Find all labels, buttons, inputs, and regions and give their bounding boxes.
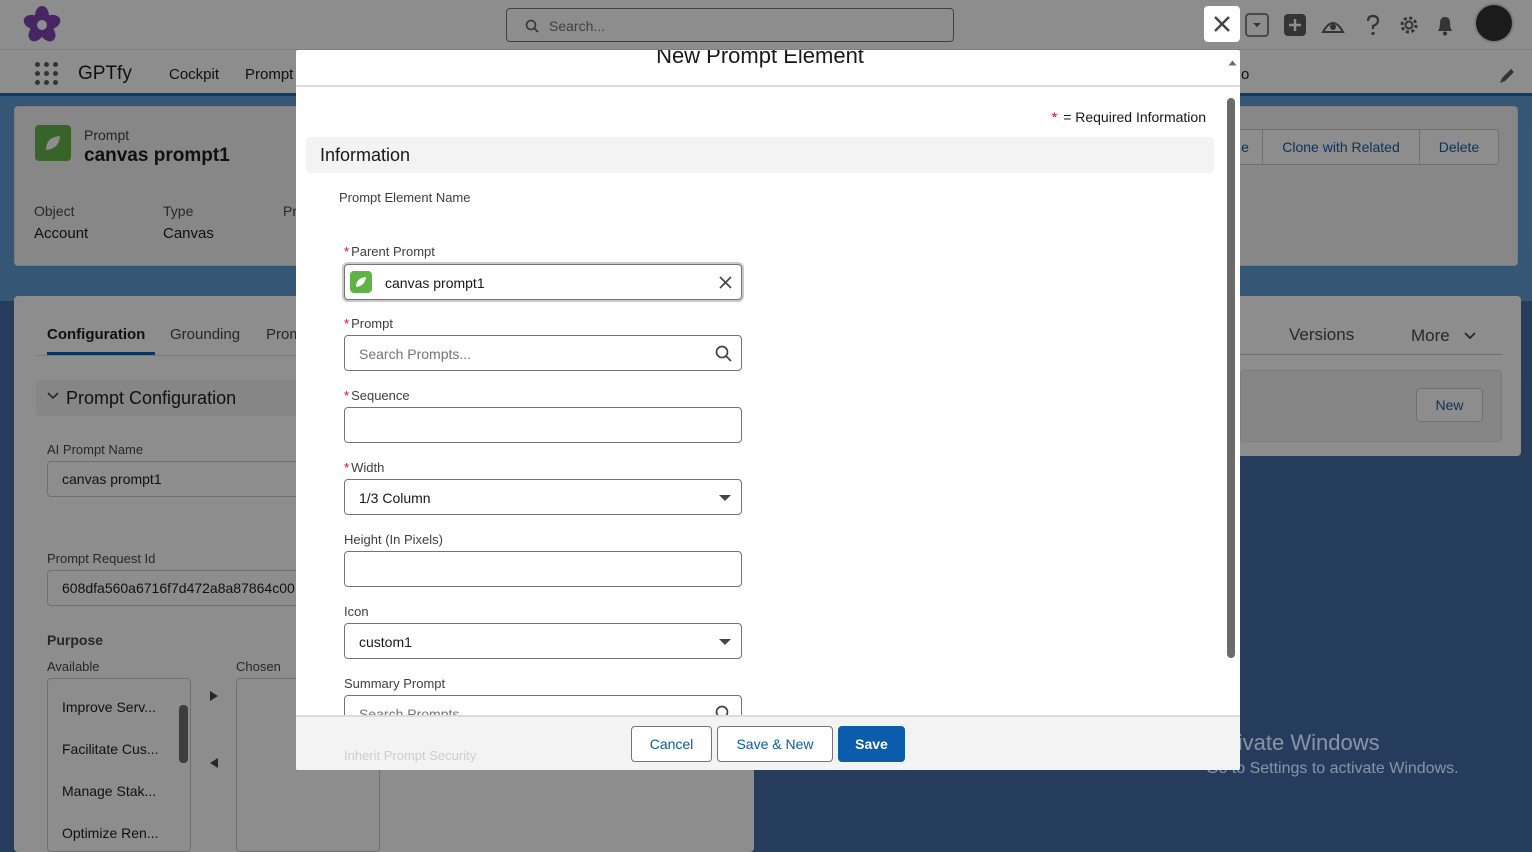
modal-footer: Inherit Prompt Security Cancel Save & Ne…: [296, 715, 1240, 770]
inherit-prompt-security-label: Inherit Prompt Security: [344, 748, 477, 763]
sequence-input[interactable]: [344, 407, 742, 443]
required-info-text: = Required Information: [1063, 109, 1206, 125]
watermark-line-1: Activate Windows: [1206, 730, 1380, 755]
watermark-line-2: Go to Settings to activate Windows.: [1206, 760, 1459, 777]
prompt-label: * Prompt: [344, 316, 393, 331]
required-info-legend: * = Required Information: [1052, 109, 1206, 125]
icon-select[interactable]: custom1: [344, 623, 742, 659]
cancel-button[interactable]: Cancel: [631, 726, 712, 762]
chevron-down-icon: [719, 495, 731, 501]
scrollbar-thumb[interactable]: [1227, 98, 1235, 658]
prompt-search-input[interactable]: Search Prompts...: [344, 335, 742, 371]
information-section: Information: [306, 137, 1214, 173]
modal-header: New Prompt Element: [296, 50, 1240, 87]
scroll-up-icon[interactable]: [1228, 60, 1237, 66]
search-icon: [715, 345, 732, 362]
search-icon: [715, 705, 729, 715]
height-input[interactable]: [344, 551, 742, 587]
modal-body: * = Required Information Information Prom…: [296, 89, 1224, 715]
prompt-search-placeholder: Search Prompts...: [359, 346, 472, 362]
summary-prompt-search-input[interactable]: Search Prompts...: [344, 695, 742, 715]
summary-prompt-placeholder: Search Prompts...: [359, 706, 472, 715]
clear-selection-icon[interactable]: [719, 276, 732, 289]
required-star: *: [1051, 109, 1058, 125]
section-title: Information: [320, 145, 411, 165]
height-label: Height (In Pixels): [344, 532, 443, 547]
sequence-label: * Sequence: [344, 388, 410, 403]
width-value: 1/3 Column: [359, 490, 431, 506]
summary-prompt-label: Summary Prompt: [344, 676, 446, 691]
chevron-down-icon: [719, 639, 731, 645]
parent-prompt-label: * Parent Prompt: [344, 244, 435, 259]
close-icon: [1214, 16, 1230, 32]
prompt-record-icon: [350, 271, 372, 293]
icon-value: custom1: [359, 634, 412, 650]
width-label: * Width: [344, 460, 385, 475]
save-and-new-button[interactable]: Save & New: [717, 726, 833, 762]
icon-label: Icon: [344, 604, 369, 619]
parent-prompt-lookup[interactable]: canvas prompt1: [344, 264, 742, 300]
parent-prompt-value: canvas prompt1: [385, 275, 485, 291]
new-prompt-element-modal: New Prompt Element * = Required Informati…: [296, 50, 1240, 770]
modal-title: New Prompt Element: [656, 50, 864, 68]
save-button[interactable]: Save: [838, 726, 905, 762]
close-modal-button[interactable]: [1204, 6, 1240, 42]
prompt-element-name-label: Prompt Element Name: [339, 190, 471, 205]
windows-activation-watermark: Activate Windows Go to Settings to activ…: [1206, 730, 1459, 778]
width-select[interactable]: 1/3 Column: [344, 479, 742, 515]
modal-scrollbar[interactable]: [1224, 54, 1240, 714]
